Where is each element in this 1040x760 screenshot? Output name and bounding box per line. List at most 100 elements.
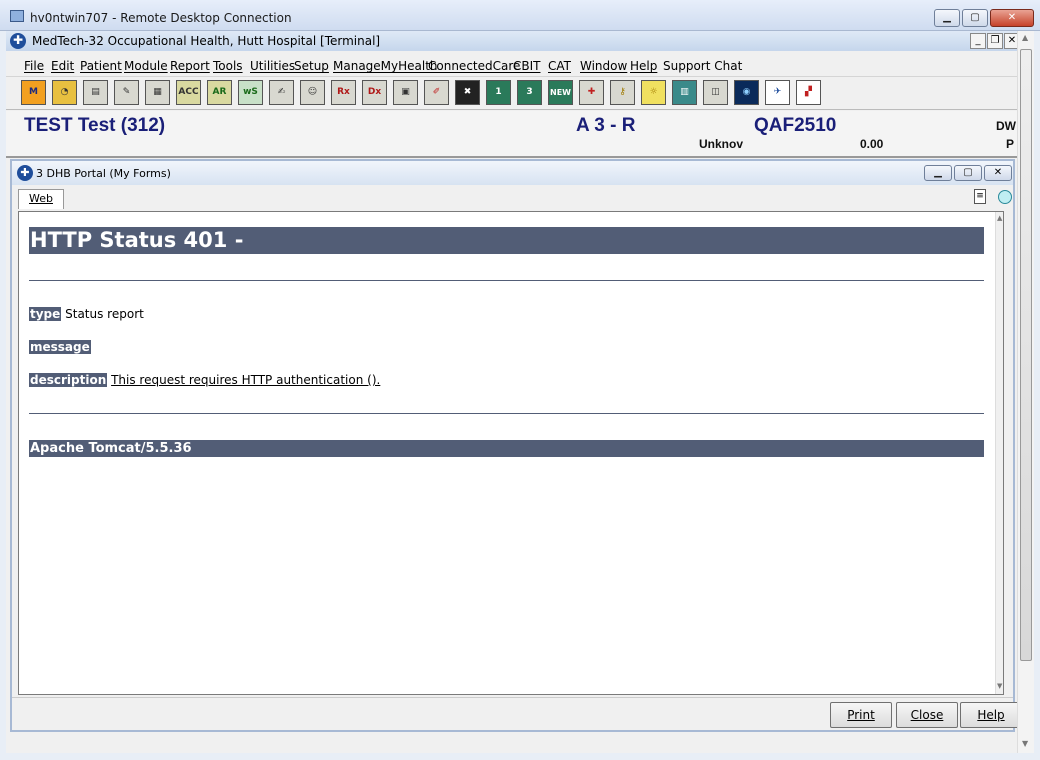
menu-report[interactable]: Report	[170, 59, 210, 73]
ws-icon[interactable]: wS	[238, 80, 263, 105]
patient-balance: 0.00	[860, 137, 884, 151]
runner-icon[interactable]: ✈	[765, 80, 790, 105]
clock-icon[interactable]: ◔	[52, 80, 77, 105]
book-icon[interactable]: ◫	[703, 80, 728, 105]
rdp-minimize-button[interactable]: ▁	[934, 9, 960, 27]
divider-top	[29, 280, 984, 281]
medtech-logo-icon: ✚	[10, 33, 26, 49]
menu-cbit[interactable]: CBIT	[513, 59, 540, 73]
type-label: type	[29, 307, 62, 321]
rdp-window-controls: ▁ ▢ ✕	[934, 9, 1034, 27]
recall-icon[interactable]: ✚	[579, 80, 604, 105]
three-icon[interactable]: 3	[517, 80, 542, 105]
portal-icon[interactable]: ▞	[796, 80, 821, 105]
key-icon[interactable]: ⚷	[610, 80, 635, 105]
menu-help[interactable]: Help	[630, 59, 657, 73]
tab-strip: Web ≡	[12, 187, 1013, 209]
rdp-maximize-button[interactable]: ▢	[962, 9, 988, 27]
patient-bar: TEST Test (312) A 3 - R QAF2510 Unknov 0…	[6, 111, 1017, 158]
menu-cat[interactable]: CAT	[548, 59, 571, 73]
child-window-controls: ▁ ▢ ✕	[924, 165, 1012, 181]
rdp-close-button[interactable]: ✕	[990, 9, 1034, 27]
divider-bottom	[29, 413, 984, 414]
scroll-down-icon[interactable]: ▼	[997, 682, 1002, 690]
app-restore-button[interactable]: ❐	[987, 33, 1003, 49]
globe-icon[interactable]: ◉	[734, 80, 759, 105]
patient-id: QAF2510	[754, 115, 837, 136]
calculator-icon[interactable]: ▥	[672, 80, 697, 105]
description-row: description This request requires HTTP a…	[29, 373, 380, 387]
web-vertical-scrollbar[interactable]: ▲ ▼	[995, 212, 1003, 694]
description-value: This request requires HTTP authenticatio…	[111, 373, 381, 387]
menu-module[interactable]: Module	[124, 59, 168, 73]
menu-file[interactable]: File	[24, 59, 44, 73]
help-button[interactable]: Help	[960, 702, 1022, 728]
portal-logo-icon: ✚	[17, 165, 33, 181]
menu-tools[interactable]: Tools	[213, 59, 243, 73]
portal-child-window: ✚ 3 DHB Portal (My Forms) ▁ ▢ ✕ Web ≡ HT…	[10, 159, 1022, 732]
document-icon[interactable]: ≡	[974, 189, 986, 204]
menu-patient[interactable]: Patient	[80, 59, 122, 73]
lab-tube-icon[interactable]: ✐	[424, 80, 449, 105]
ar-icon[interactable]: AR	[207, 80, 232, 105]
menu-edit[interactable]: Edit	[51, 59, 74, 73]
child-maximize-button[interactable]: ▢	[954, 165, 982, 181]
register-icon[interactable]: ▤	[83, 80, 108, 105]
child-title-bar: ✚ 3 DHB Portal (My Forms) ▁ ▢ ✕	[12, 161, 1013, 185]
app-minimize-button[interactable]: _	[970, 33, 986, 49]
server-footer: Apache Tomcat/5.5.36	[29, 440, 984, 457]
patient-right-top: DW	[996, 119, 1016, 133]
one-icon[interactable]: 1	[486, 80, 511, 105]
message-row: message	[29, 340, 91, 354]
menu-managemyhealth[interactable]: ManageMyHealth	[333, 59, 438, 73]
menu-support-chat[interactable]: Support Chat	[663, 59, 742, 73]
person-icon[interactable]: ☺	[300, 80, 325, 105]
patient-right-bottom: P	[1006, 137, 1015, 151]
child-close-button[interactable]: ✕	[984, 165, 1012, 181]
app-title-bar: ✚ MedTech-32 Occupational Health, Hutt H…	[6, 31, 1020, 51]
menu-bar: File Edit Patient Module Report Tools Ut…	[6, 53, 1017, 77]
rdp-scroll-up-icon[interactable]: ▲	[1022, 33, 1028, 42]
rdp-vertical-scrollbar[interactable]: ▲ ▼	[1017, 31, 1034, 753]
child-minimize-button[interactable]: ▁	[924, 165, 952, 181]
menu-setup[interactable]: Setup	[294, 59, 329, 73]
toolbar: M ◔ ▤ ✎ ▦ ACC AR wS ✍ ☺ Rx Dx ▣ ✐ ✖ 1 3 …	[6, 78, 1017, 110]
app-window-title: MedTech-32 Occupational Health, Hutt Hos…	[32, 34, 381, 48]
menu-window[interactable]: Window	[580, 59, 627, 73]
rdp-vertical-scroll-thumb[interactable]	[1020, 49, 1032, 661]
app-window-controls: _ ❐ ✕	[970, 33, 1020, 49]
rdp-scroll-down-icon[interactable]: ▼	[1022, 739, 1028, 748]
dx-icon[interactable]: Dx	[362, 80, 387, 105]
scroll-up-icon[interactable]: ▲	[997, 214, 1002, 222]
patient-code: A 3 - R	[576, 115, 636, 136]
sign-icon[interactable]: ✍	[269, 80, 294, 105]
description-label: description	[29, 373, 108, 387]
message-label: message	[29, 340, 91, 354]
refresh-icon[interactable]	[998, 190, 1012, 204]
print-button[interactable]: Print	[830, 702, 892, 728]
child-window-title: 3 DHB Portal (My Forms)	[36, 167, 171, 180]
tab-web[interactable]: Web	[18, 189, 64, 209]
rdp-window-title: hv0ntwin707 - Remote Desktop Connection	[30, 11, 292, 25]
rdp-app-icon	[10, 10, 24, 22]
lightbulb-icon[interactable]: ☼	[641, 80, 666, 105]
http-status-heading: HTTP Status 401 -	[29, 227, 984, 254]
notes-icon[interactable]: ✎	[114, 80, 139, 105]
patient-name[interactable]: TEST Test (312)	[24, 115, 165, 137]
menu-utilities[interactable]: Utilities	[250, 59, 295, 73]
type-value: Status report	[65, 307, 144, 321]
close-button[interactable]: Close	[896, 702, 958, 728]
acc-icon[interactable]: ACC	[176, 80, 201, 105]
patient-unknown-field: Unknov	[699, 137, 744, 151]
menu-connectedcare[interactable]: ConnectedCare	[428, 59, 520, 73]
dialog-button-row: Print Close Help	[12, 697, 1022, 731]
medtech-app-window: ✚ MedTech-32 Occupational Health, Hutt H…	[6, 31, 1022, 753]
medtech-health-icon[interactable]: M	[21, 80, 46, 105]
forms-icon[interactable]: ▣	[393, 80, 418, 105]
rdp-title-bar: hv0ntwin707 - Remote Desktop Connection …	[0, 0, 1040, 31]
cross-icon[interactable]: ✖	[455, 80, 480, 105]
new-icon[interactable]: NEW	[548, 80, 573, 105]
rx-icon[interactable]: Rx	[331, 80, 356, 105]
patient-card-icon[interactable]: ▦	[145, 80, 170, 105]
type-row: type Status report	[29, 307, 144, 321]
